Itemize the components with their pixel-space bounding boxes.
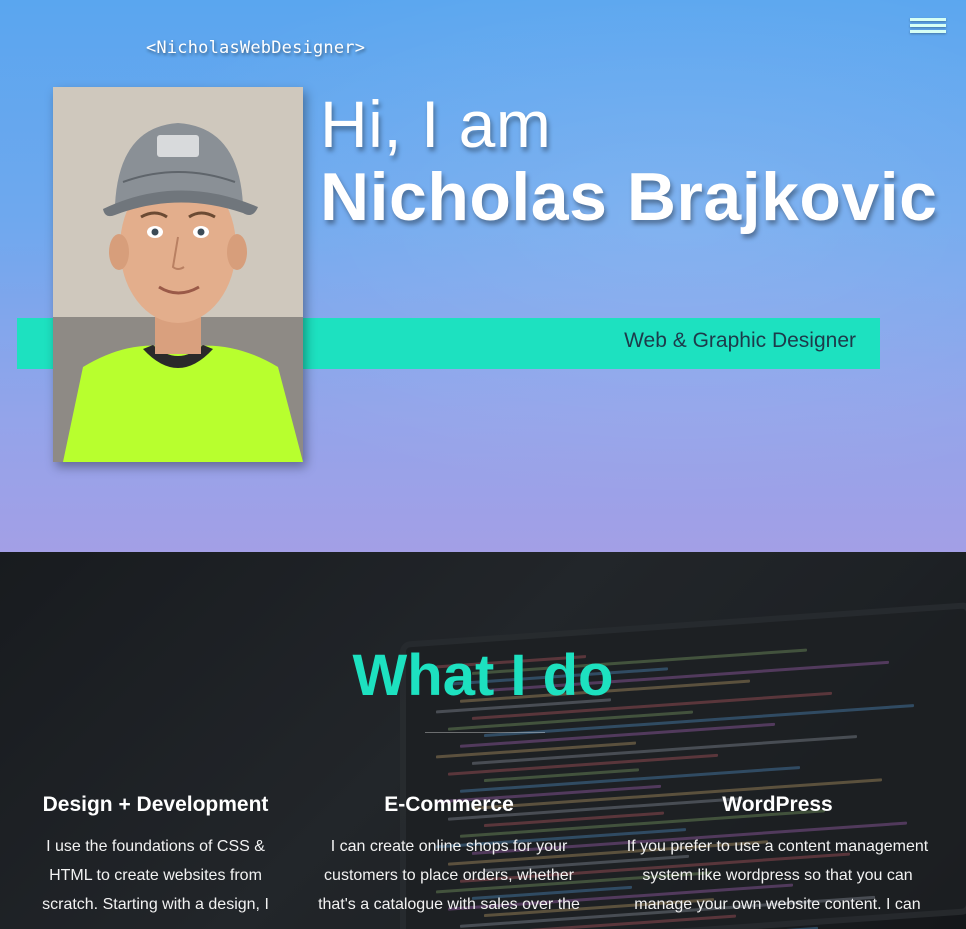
service-title: E-Commerce bbox=[384, 793, 514, 816]
service-description: I use the foundations of CSS & HTML to c… bbox=[42, 838, 269, 913]
service-wordpress: WordPress If you prefer to use a content… bbox=[620, 790, 935, 919]
site-logo-text[interactable]: <NicholasWebDesigner> bbox=[146, 38, 365, 58]
service-title: WordPress bbox=[722, 793, 833, 816]
hero-greeting: Hi, I am bbox=[320, 87, 552, 161]
hamburger-menu-icon[interactable] bbox=[910, 16, 946, 34]
service-title: Design + Development bbox=[42, 793, 269, 816]
menu-bar bbox=[910, 30, 946, 33]
service-description: If you prefer to use a content managemen… bbox=[626, 838, 929, 913]
profile-photo bbox=[53, 87, 303, 462]
menu-bar bbox=[910, 18, 946, 21]
menu-bar bbox=[910, 24, 946, 27]
section-title: What I do bbox=[352, 643, 614, 708]
role-text: Web & Graphic Designer bbox=[624, 329, 856, 352]
title-divider bbox=[425, 732, 545, 733]
portrait-illustration bbox=[53, 87, 303, 462]
services-section: What I do Design + Development I use the… bbox=[0, 552, 966, 929]
service-ecommerce: E-Commerce I can create online shops for… bbox=[313, 790, 585, 919]
hero-section: <NicholasWebDesigner> Web & Graphic Desi… bbox=[0, 0, 966, 552]
hero-name: Nicholas Brajkovic bbox=[320, 159, 938, 235]
service-description: I can create online shops for your custo… bbox=[318, 838, 580, 913]
service-design-development: Design + Development I use the foundatio… bbox=[28, 790, 283, 919]
